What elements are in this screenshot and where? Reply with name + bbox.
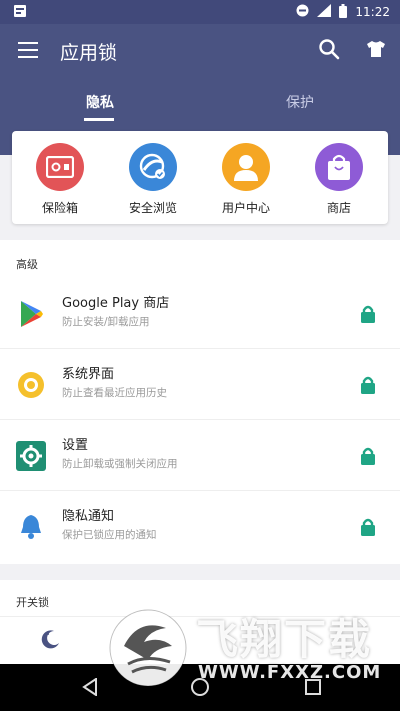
page-title: 应用锁	[60, 42, 118, 64]
quick-action-label: 商店	[326, 201, 351, 215]
quick-action-user-center[interactable]: 用户中心	[201, 143, 291, 216]
menu-icon[interactable]	[18, 42, 38, 58]
watermark-url: WWW.FXXZ.COM	[198, 662, 382, 683]
app-row-settings[interactable]: 设置 防止卸载或强制关闭应用	[0, 420, 400, 491]
quick-action-store[interactable]: 商店	[294, 143, 384, 216]
watermark: 飞翔下载 WWW.FXXZ.COM	[108, 606, 400, 696]
section-title-advanced: 高级	[16, 258, 38, 271]
watermark-logo-icon	[108, 606, 192, 700]
do-not-disturb-icon	[296, 4, 309, 20]
active-tab-indicator	[84, 118, 114, 121]
battery-icon	[339, 3, 348, 21]
app-description: 保护已锁应用的通知	[62, 529, 157, 541]
status-bar: 11:22	[0, 0, 400, 24]
user-icon	[222, 143, 270, 191]
quick-action-label: 安全浏览	[128, 201, 177, 215]
watermark-text: 飞翔下载	[196, 615, 373, 664]
google-play-icon	[16, 299, 46, 329]
advanced-section: 高级 Google Play 商店 防止安装/卸载应用 系统界面 防止查看最近应…	[0, 240, 400, 564]
moon-icon[interactable]	[40, 628, 62, 654]
lock-icon[interactable]	[360, 517, 376, 541]
app-row-system-ui[interactable]: 系统界面 防止查看最近应用历史	[0, 349, 400, 420]
safe-icon	[36, 143, 84, 191]
app-name: 设置	[62, 438, 89, 453]
quick-action-secure-browser[interactable]: 安全浏览	[108, 143, 198, 216]
search-icon[interactable]	[318, 38, 340, 64]
tab-protect[interactable]: 保护	[286, 92, 314, 112]
notification-icon	[14, 4, 26, 20]
theme-shirt-icon[interactable]	[366, 39, 386, 63]
tab-privacy[interactable]: 隐私	[86, 92, 114, 112]
quick-action-label: 用户中心	[221, 201, 270, 215]
system-ui-icon	[16, 370, 46, 400]
lock-icon[interactable]	[360, 375, 376, 399]
secure-browser-icon	[129, 143, 177, 191]
back-icon[interactable]	[82, 677, 98, 700]
bell-icon	[16, 512, 46, 542]
app-name: Google Play 商店	[62, 296, 170, 311]
app-description: 防止卸载或强制关闭应用	[62, 458, 178, 470]
lock-icon[interactable]	[360, 304, 376, 328]
app-row-google-play[interactable]: Google Play 商店 防止安装/卸载应用	[0, 278, 400, 349]
signal-icon	[317, 4, 332, 20]
lock-icon[interactable]	[360, 446, 376, 470]
app-name: 系统界面	[62, 367, 115, 382]
quick-action-safe[interactable]: 保险箱	[15, 143, 105, 216]
app-description: 防止安装/卸载应用	[62, 316, 150, 328]
app-row-privacy-notification[interactable]: 隐私通知 保护已锁应用的通知	[0, 491, 400, 562]
settings-icon	[16, 441, 46, 471]
status-time: 11:22	[355, 5, 390, 19]
app-name: 隐私通知	[62, 509, 115, 524]
quick-actions-card: 保险箱 安全浏览 用户中心 商店	[12, 131, 388, 224]
quick-action-label: 保险箱	[41, 201, 78, 215]
shopping-bag-icon	[315, 143, 363, 191]
section-title-switch-lock: 开关锁	[16, 596, 49, 609]
app-description: 防止查看最近应用历史	[62, 387, 167, 399]
